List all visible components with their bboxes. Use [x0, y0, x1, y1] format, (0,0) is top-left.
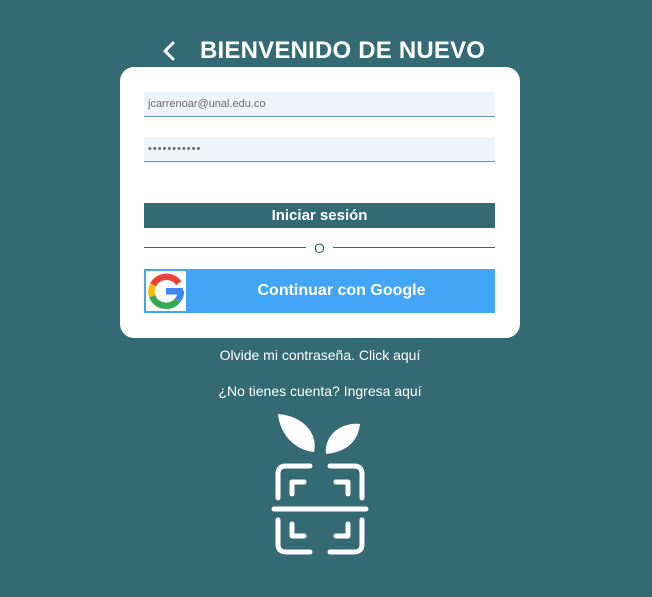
header: BIENVENIDO DE NUEVO	[0, 36, 652, 68]
divider-label: O	[314, 240, 325, 256]
chevron-left-icon	[163, 41, 175, 61]
google-signin-button[interactable]: Continuar con Google	[144, 269, 495, 313]
plant-scan-logo	[271, 414, 369, 555]
divider-line-right	[333, 247, 495, 248]
or-divider: O	[144, 239, 495, 257]
google-logo-container	[146, 271, 186, 311]
login-button[interactable]: Iniciar sesión	[144, 203, 495, 228]
forgot-password-link[interactable]: Olvide mi contraseña. Click aquí	[0, 347, 640, 363]
google-signin-label: Continuar con Google	[257, 282, 426, 299]
back-button[interactable]	[158, 38, 182, 64]
email-field[interactable]	[144, 92, 495, 117]
page-title: BIENVENIDO DE NUEVO	[200, 37, 486, 64]
google-logo-icon	[148, 273, 185, 310]
password-field[interactable]	[144, 137, 495, 162]
login-card: Iniciar sesión O Continuar con Google	[120, 67, 520, 338]
divider-line-left	[144, 247, 306, 248]
signup-link[interactable]: ¿No tienes cuenta? Ingresa aquí	[0, 383, 640, 399]
